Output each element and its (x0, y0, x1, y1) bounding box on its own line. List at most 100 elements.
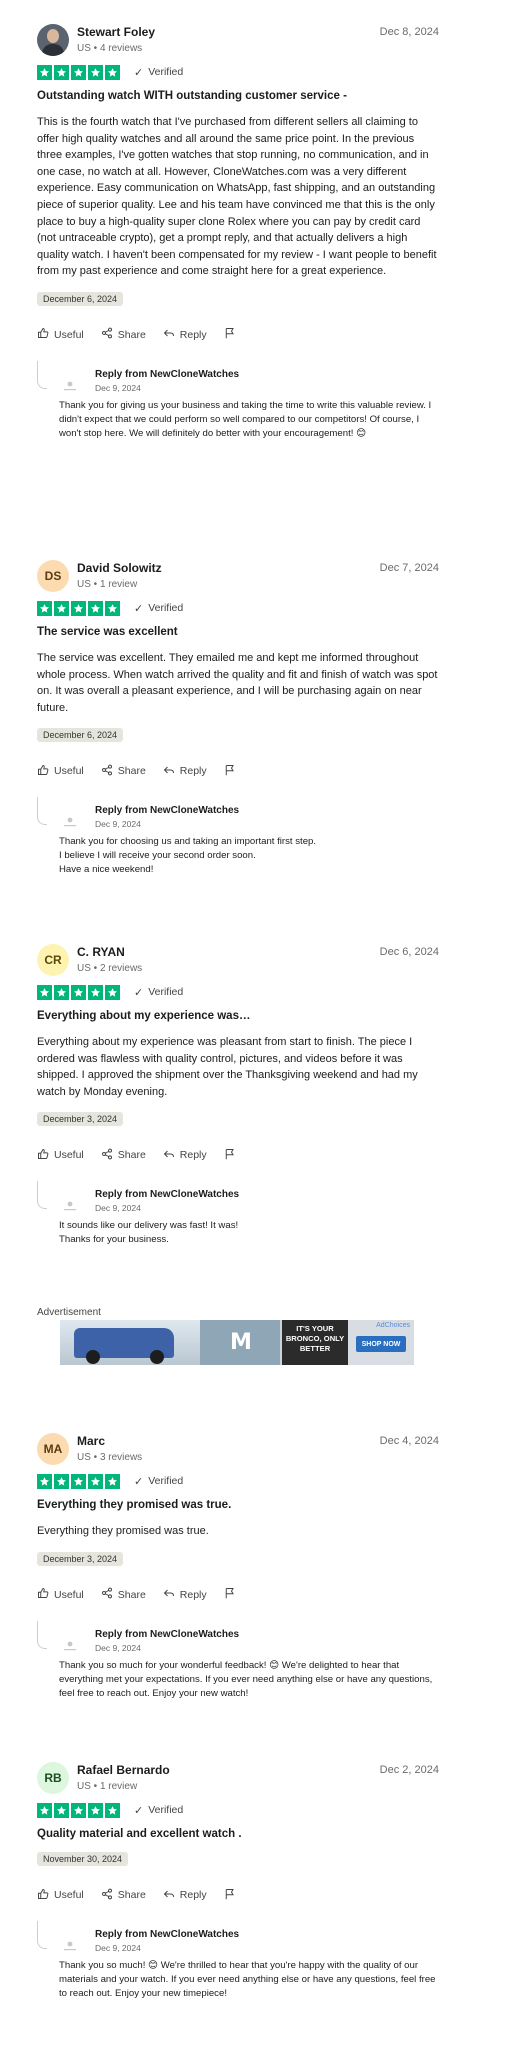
review-card: CR C. RYAN US • 2 reviews Dec 6, 2024 ✓ Verif… (37, 944, 439, 1271)
verified-badge[interactable]: ✓ Verified (134, 986, 183, 999)
reply-arrow-icon (163, 1587, 180, 1602)
share-button[interactable]: Share (101, 327, 146, 342)
reply-text: Thank you for choosing us and taking an … (59, 836, 317, 876)
reviewer-name[interactable]: Stewart Foley (77, 25, 155, 39)
review-actions: Useful Share Reply (37, 1147, 439, 1163)
report-flag-button[interactable] (224, 1148, 241, 1163)
reviewer-name[interactable]: Marc (77, 1434, 105, 1448)
company-reply: Reply from NewCloneWatches Dec 9, 2024 Tha… (37, 360, 439, 451)
star-rating: ✓ Verified (37, 1473, 439, 1489)
review-body: Everything about my experience was pleas… (37, 1036, 418, 1098)
ad-brand-logo: M (200, 1320, 280, 1365)
check-icon: ✓ (134, 1804, 144, 1817)
reply-button[interactable]: Reply (163, 1148, 207, 1163)
review-title[interactable]: Everything about my experience was… (37, 1010, 439, 1022)
star-icon (54, 600, 69, 616)
adchoices-link[interactable]: AdChoices (376, 1322, 410, 1329)
advertisement-banner[interactable]: M IT'S YOUR BRONCO, ONLY BETTER AdChoice… (60, 1320, 414, 1365)
ad-shop-now-button[interactable]: SHOP NOW (356, 1336, 406, 1352)
review-body: This is the fourth watch that I've purch… (37, 116, 437, 278)
share-button[interactable]: Share (101, 1587, 146, 1602)
avatar[interactable] (37, 24, 69, 56)
share-button[interactable]: Share (101, 1148, 146, 1163)
star-icon (54, 64, 69, 80)
review-date: Dec 4, 2024 (379, 1435, 439, 1447)
thumbs-up-icon (37, 1148, 54, 1163)
company-reply: Reply from NewCloneWatches Dec 9, 2024 It … (37, 1181, 439, 1271)
share-button[interactable]: Share (101, 1888, 146, 1903)
reply-connector (37, 797, 47, 826)
review-title[interactable]: Everything they promised was true. (37, 1499, 439, 1511)
star-rating: ✓ Verified (37, 984, 439, 1000)
useful-button[interactable]: Useful (37, 327, 84, 342)
verified-badge[interactable]: ✓ Verified (134, 1475, 183, 1488)
reviewer-name[interactable]: David Solowitz (77, 561, 162, 575)
experience-date-badge: December 6, 2024 (37, 291, 124, 306)
review-date: Dec 8, 2024 (379, 26, 439, 38)
review-date: Dec 7, 2024 (379, 562, 439, 574)
reply-date: Dec 9, 2024 (95, 819, 141, 830)
check-icon: ✓ (134, 986, 144, 999)
star-icon (37, 1802, 52, 1818)
reply-arrow-icon (163, 1888, 180, 1903)
useful-button[interactable]: Useful (37, 1587, 84, 1602)
report-flag-button[interactable] (224, 764, 241, 779)
star-icon (71, 64, 86, 80)
useful-button[interactable]: Useful (37, 1888, 84, 1903)
share-icon (101, 1148, 118, 1163)
useful-button[interactable]: Useful (37, 1148, 84, 1163)
avatar[interactable]: CR (37, 944, 69, 976)
review-card: Stewart Foley US • 4 reviews Dec 8, 2024 ✓ V… (37, 24, 439, 451)
experience-date-badge: December 3, 2024 (37, 1551, 124, 1566)
star-icon (105, 64, 120, 80)
reply-from: Reply from NewCloneWatches (95, 1189, 240, 1201)
review-card: MA Marc US • 3 reviews Dec 4, 2024 ✓ Verified… (37, 1433, 439, 1711)
company-logo-icon (64, 1201, 76, 1211)
check-icon: ✓ (134, 66, 144, 79)
experience-date-badge: December 3, 2024 (37, 1112, 124, 1127)
verified-badge[interactable]: ✓ Verified (134, 602, 183, 615)
star-icon (105, 1473, 120, 1489)
report-flag-button[interactable] (224, 1888, 241, 1903)
review-body: Everything they promised was true. (37, 1525, 209, 1537)
reply-text: Thank you for giving us your business an… (59, 399, 432, 439)
flag-icon (224, 1888, 241, 1903)
reply-arrow-icon (163, 327, 180, 342)
share-icon (101, 1888, 118, 1903)
star-icon (37, 600, 52, 616)
share-icon (101, 327, 118, 342)
avatar[interactable]: MA (37, 1433, 69, 1465)
avatar[interactable]: DS (37, 560, 69, 592)
reply-connector (37, 1921, 47, 1949)
verified-badge[interactable]: ✓ Verified (134, 66, 183, 79)
reply-button[interactable]: Reply (163, 327, 207, 342)
flag-icon (224, 1587, 241, 1602)
review-title[interactable]: Outstanding watch WITH outstanding custo… (37, 90, 439, 102)
experience-date-badge: November 30, 2024 (37, 1852, 129, 1866)
report-flag-button[interactable] (224, 327, 241, 342)
verified-badge[interactable]: ✓ Verified (134, 1804, 183, 1817)
flag-icon (224, 327, 241, 342)
reviewer-meta: US • 1 review (77, 1781, 138, 1792)
advertisement-label: Advertisement (37, 1307, 101, 1318)
reply-arrow-icon (163, 1148, 180, 1163)
company-reply: Reply from NewCloneWatches Dec 9, 2024 Tha… (37, 1620, 439, 1711)
reply-button[interactable]: Reply (163, 1587, 207, 1602)
share-button[interactable]: Share (101, 764, 146, 779)
reviewer-name[interactable]: Rafael Bernardo (77, 1763, 170, 1777)
reply-from: Reply from NewCloneWatches (95, 1929, 240, 1940)
reviews-page: Stewart Foley US • 4 reviews Dec 8, 2024 ✓ V… (0, 0, 522, 2048)
check-icon: ✓ (134, 602, 144, 615)
avatar[interactable]: RB (37, 1762, 69, 1794)
review-card: RB Rafael Bernardo US • 1 review Dec 2, 202… (37, 1762, 439, 2011)
reply-button[interactable]: Reply (163, 764, 207, 779)
report-flag-button[interactable] (224, 1587, 241, 1602)
reply-connector (37, 360, 47, 389)
reply-date: Dec 9, 2024 (95, 1203, 141, 1214)
useful-button[interactable]: Useful (37, 764, 84, 779)
review-title[interactable]: Quality material and excellent watch . (37, 1828, 439, 1840)
reviewer-name[interactable]: C. RYAN (77, 945, 125, 959)
reply-button[interactable]: Reply (163, 1888, 207, 1903)
reply-date: Dec 9, 2024 (95, 1943, 141, 1953)
review-title[interactable]: The service was excellent (37, 626, 439, 638)
